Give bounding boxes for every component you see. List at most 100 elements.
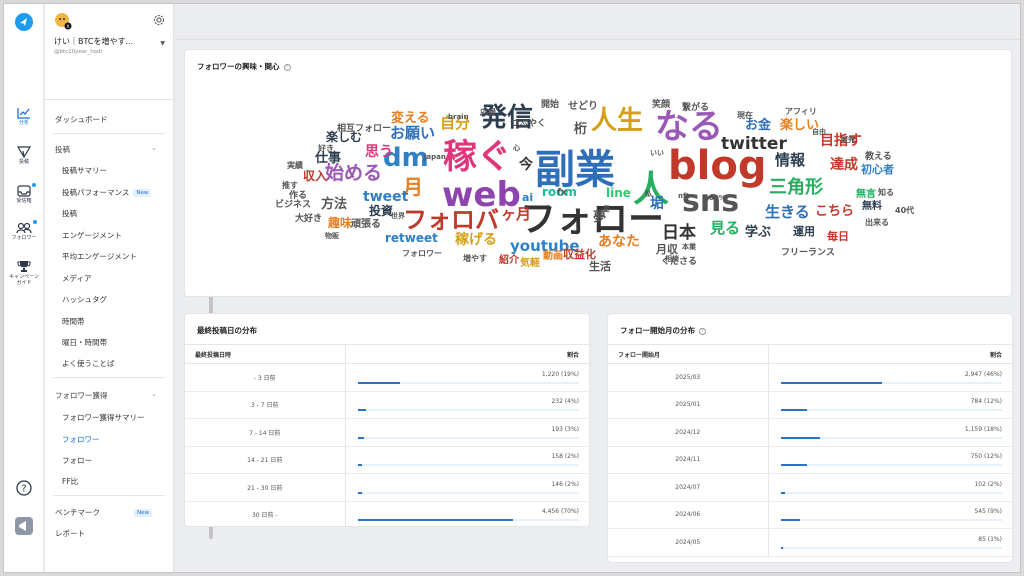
sidebar-section-followers[interactable]: フォロワー獲得 [55, 390, 108, 401]
divider [53, 377, 165, 378]
table-header-row: フォロー開始月 割合 [608, 344, 1012, 364]
sidebar-item-dashboard[interactable]: ダッシュボード [55, 114, 108, 125]
row-value: 102 (2%) [974, 480, 1002, 488]
cloud-word: 運用 [793, 225, 815, 238]
row-value: 146 (2%) [551, 480, 579, 488]
progress-bar [780, 464, 1002, 466]
cloud-word: なる [655, 107, 723, 147]
sidebar-item-media[interactable]: メディア [62, 273, 91, 284]
sidebar-item-engagement[interactable]: エンゲージメント [62, 230, 122, 241]
cloud-word: 頑張る [351, 219, 381, 230]
rail-followers[interactable]: フォロワー [4, 220, 44, 241]
cloud-word: ビジネス [275, 200, 312, 210]
cloud-word: 趣味 [328, 216, 353, 230]
app-logo-icon[interactable] [4, 12, 44, 32]
chevron-up-icon[interactable]: ⌄ [151, 144, 157, 152]
sidebar-item-posts[interactable]: 投稿 [62, 208, 77, 219]
cloud-word: 思う [365, 144, 393, 160]
row-key: 2024/06 [608, 501, 769, 529]
sidebar-item-following[interactable]: フォロー [62, 455, 92, 466]
cloud-word: 知る [878, 188, 894, 197]
sidebar-item-post-performance[interactable]: 投稿パフォーマンス New [62, 187, 152, 198]
sidebar-item-label: 投稿パフォーマンス [62, 188, 130, 197]
cloud-word: お金 [745, 118, 772, 133]
cloud-word: 見る [710, 219, 741, 237]
rail-analytics[interactable]: 分析 [4, 107, 44, 126]
cloud-word: 桁 [574, 122, 588, 137]
cloud-word: 笑顔 [652, 100, 671, 110]
cloud-word: 達成 [830, 157, 858, 173]
sidebar-section-posts[interactable]: 投稿 [55, 144, 70, 155]
cloud-word: 販売 [841, 136, 855, 144]
sidebar-item-day-time[interactable]: 曜日・時間帯 [62, 337, 107, 348]
rail-label: 受信箱 [16, 198, 32, 204]
cloud-word: sns [682, 184, 740, 219]
sidebar-item-post-summary[interactable]: 投稿サマリー [62, 165, 107, 176]
cloud-word: 世界 [391, 212, 405, 220]
table-row: 2025/01 784 (12%) [608, 391, 1012, 419]
table-row: 2024/06 545 (9%) [608, 501, 1012, 529]
sidebar-item-time-of-day[interactable]: 時間帯 [62, 316, 85, 327]
progress-bar [780, 546, 1002, 549]
sidebar: X けい｜BTCを増やす... ▼ @btc10year_hodl ダッシュボー… [45, 4, 213, 572]
sidebar-item-frequent-words[interactable]: よく使うことば [62, 358, 115, 369]
follow-start-card: フォロー開始月の分布? フォロー開始月 割合 2025/03 2,947 (46%… [607, 313, 1013, 563]
icon-rail: 分析 投稿 受信箱 フォロワー キャンペーンガイド ? [4, 4, 44, 572]
sidebar-item-avg-engagement[interactable]: 平均エンゲージメント [62, 251, 137, 262]
rail-inbox[interactable]: 受信箱 [4, 183, 44, 204]
progress-fill [357, 409, 367, 411]
sidebar-item-benchmark[interactable]: ベンチマーク New [55, 507, 152, 518]
cloud-word: 教える [865, 152, 892, 162]
row-value-cell: 784 (12%) [768, 391, 1012, 419]
sidebar-item-followers[interactable]: フォロワー [62, 434, 100, 445]
sidebar-item-report[interactable]: レポート [55, 528, 85, 539]
cloud-word: line [606, 186, 631, 200]
cloud-word: 収益化 [563, 248, 596, 261]
cloud-word: 開始 [541, 100, 560, 110]
row-key: - 3 日前 [185, 363, 346, 392]
cloud-word: 毎日 [827, 230, 849, 243]
chart-line-icon [17, 108, 30, 119]
table-row: - 3 日前 1,220 (19%) [185, 363, 589, 392]
row-value-cell: 1,220 (19%) [345, 363, 589, 392]
row-value-cell: 1,159 (18%) [768, 418, 1012, 447]
cloud-word: 副業 [535, 147, 615, 193]
row-key: 21 - 30 日前 [185, 473, 346, 502]
cloud-word: フォロワー [402, 249, 442, 258]
row-key: 2025/03 [608, 363, 769, 392]
rail-campaign-guide[interactable]: キャンペーンガイド [4, 260, 44, 286]
cloud-word: アフィリ [785, 107, 817, 116]
cloud-word: 稼げる [455, 232, 497, 248]
row-value: 545 (9%) [974, 508, 1002, 516]
users-icon [16, 222, 32, 234]
cloud-word: 出来る [865, 218, 889, 227]
row-value: 85 (1%) [978, 535, 1002, 543]
sidebar-item-follower-summary[interactable]: フォロワー獲得サマリー [62, 412, 145, 423]
help-icon[interactable]: ? [4, 480, 44, 496]
chevron-down-icon[interactable]: ▼ [160, 40, 165, 47]
row-key: 2024/07 [608, 473, 769, 502]
sidebar-item-hashtags[interactable]: ハッシュタグ [62, 294, 107, 305]
trophy-icon [17, 261, 31, 272]
last-post-table: 最終投稿日時 割合 - 3 日前 1,220 (19%) 3 - 7 日前 232 (… [185, 344, 589, 526]
rail-posts[interactable]: 投稿 [4, 146, 44, 165]
table-row: 2024/07 102 (2%) [608, 473, 1012, 502]
cloud-word: 人生 [591, 106, 644, 136]
cloud-word: 始める [325, 162, 383, 184]
sidebar-item-ff-ratio[interactable]: FF比 [62, 476, 78, 487]
cloud-word: 紹介 [499, 255, 519, 266]
gear-icon[interactable] [153, 14, 165, 26]
new-badge: New [134, 509, 152, 517]
avatar: X [55, 13, 72, 30]
progress-bar [780, 409, 1002, 411]
account-switcher[interactable]: X けい｜BTCを増やす... ▼ @btc10year_hodl [45, 4, 173, 100]
row-key: 7 - 14 日前 [185, 418, 346, 447]
chevron-up-icon[interactable]: ⌄ [151, 390, 157, 398]
progress-fill [780, 409, 808, 411]
progress-bar [780, 436, 1002, 439]
cloud-word: お願い [390, 124, 436, 142]
cloud-word: 垢 [650, 196, 664, 212]
info-icon[interactable]: ? [699, 327, 706, 335]
progress-fill [780, 381, 883, 384]
megaphone-icon[interactable] [4, 517, 44, 535]
